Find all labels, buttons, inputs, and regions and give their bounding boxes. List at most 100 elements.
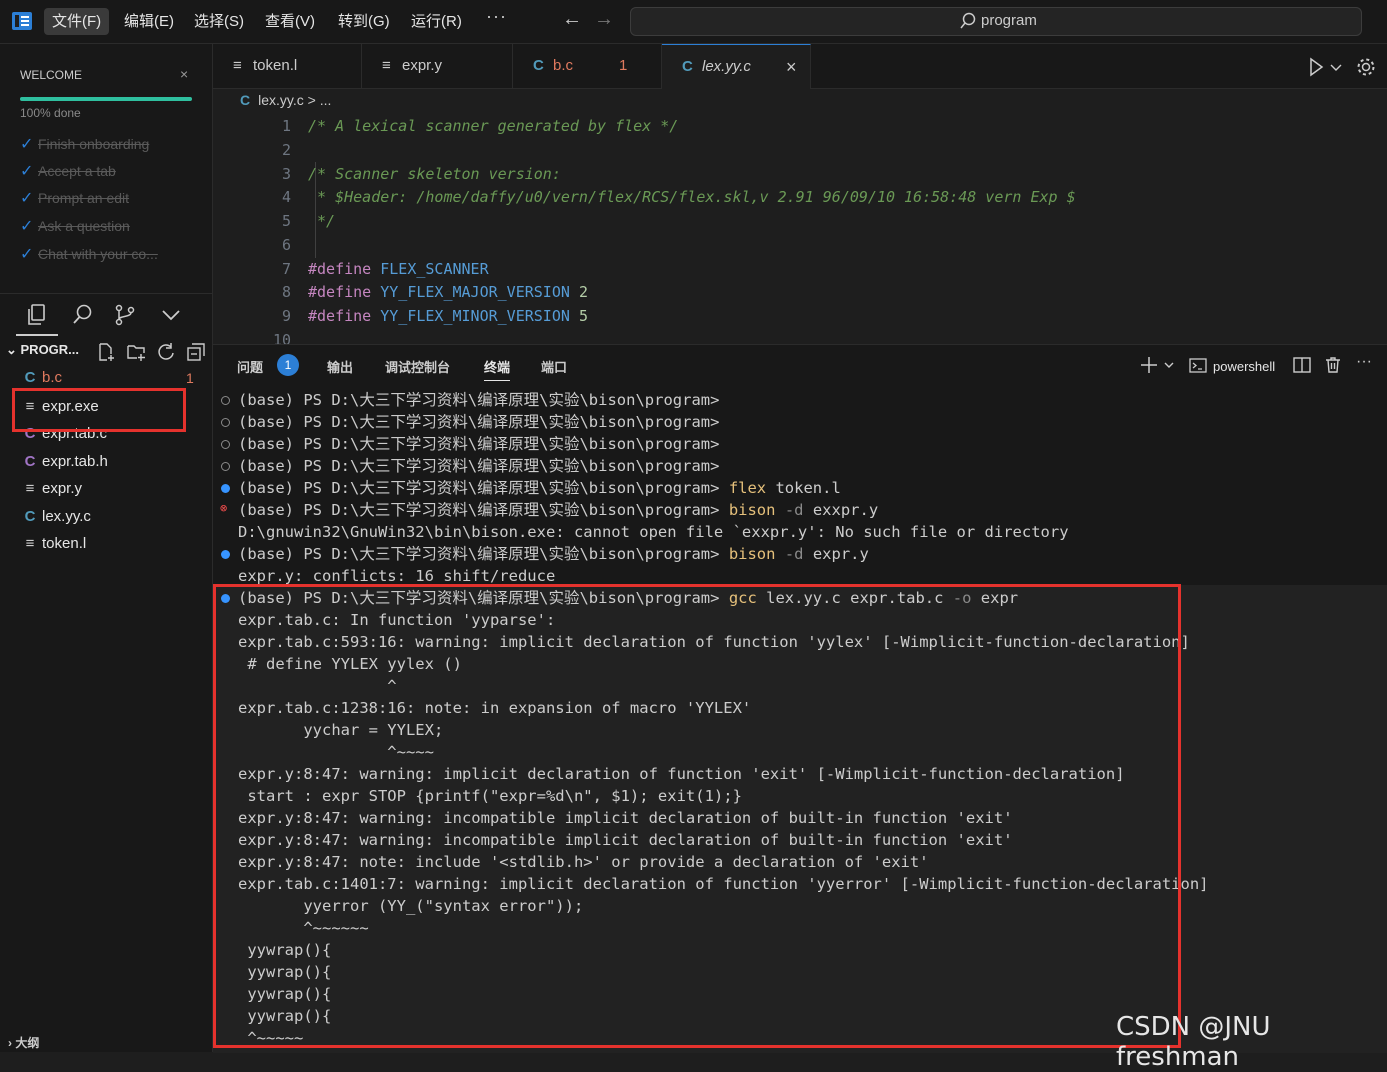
problem-count-badge: 1	[277, 354, 299, 376]
collapse-all-icon[interactable]	[186, 342, 206, 362]
folder-name: PROGR...	[20, 342, 80, 357]
terminal-line: (base) PS D:\大三下学习资料\编译原理\实验\bison\progr…	[238, 433, 719, 455]
problem-count-badge: 1	[186, 370, 194, 386]
new-file-icon[interactable]	[96, 342, 116, 362]
shell-selector[interactable]: powershell	[1213, 359, 1275, 374]
macro-value: 2	[578, 283, 588, 301]
back-arrow-icon[interactable]: ←	[562, 8, 582, 31]
tab-terminal[interactable]: 终端	[484, 357, 511, 381]
progress-text: 100% done	[20, 106, 81, 120]
search-text: program	[981, 12, 1037, 29]
tab-b-c[interactable]: C b.c 1	[513, 44, 662, 88]
menu-goto[interactable]: 转到(G)	[330, 8, 398, 35]
tab-label: expr.y	[402, 57, 443, 74]
split-terminal-icon[interactable]	[1292, 355, 1312, 375]
tab-ports[interactable]: 端口	[541, 357, 567, 376]
task-label: Chat with your co...	[38, 246, 158, 262]
add-terminal-icon[interactable]	[1139, 355, 1159, 375]
lines-file-icon: ≡	[233, 57, 242, 74]
c-file-icon: C	[24, 508, 36, 525]
task-label: Finish onboarding	[38, 136, 150, 152]
annotation-box	[12, 388, 186, 432]
chevron-down-icon[interactable]	[158, 302, 184, 328]
active-view-indicator	[16, 334, 58, 336]
new-folder-icon[interactable]	[126, 342, 146, 362]
terminal-line: D:\gnuwin32\GnuWin32\bin\bison.exe: cann…	[238, 521, 1069, 543]
prompt: (base) PS D:\大三下学习资料\编译原理\实验\bison\progr…	[238, 435, 720, 453]
menu-select[interactable]: 选择(S)	[186, 8, 252, 35]
onboarding-task[interactable]: ✓ Ask a question	[20, 216, 190, 238]
line-number: 3	[281, 165, 291, 183]
define-keyword: #define	[308, 283, 372, 301]
onboarding-task[interactable]: ✓ Accept a tab	[20, 161, 190, 183]
problem-count-badge: 1	[619, 57, 628, 74]
trash-icon[interactable]	[1323, 355, 1343, 375]
run-icon[interactable]	[1305, 56, 1327, 78]
onboarding-task[interactable]: ✓ Chat with your co...	[20, 244, 190, 266]
tab-problems[interactable]: 问题	[237, 357, 263, 376]
tab-output[interactable]: 输出	[327, 357, 353, 376]
menu-edit[interactable]: 编辑(E)	[116, 8, 182, 35]
lines-file-icon: ≡	[25, 480, 35, 497]
refresh-icon[interactable]	[156, 342, 176, 362]
line-number: 7	[281, 260, 291, 278]
gear-icon[interactable]	[1355, 56, 1377, 78]
title-bar: 文件(F) 编辑(E) 选择(S) 查看(V) 转到(G) 运行(R) ··· …	[0, 0, 1387, 44]
menu-view[interactable]: 查看(V)	[257, 8, 323, 35]
close-icon[interactable]: ×	[180, 66, 188, 82]
outline-label: 大纲	[15, 1036, 40, 1050]
file-name: expr.tab.h	[42, 453, 108, 470]
chevron-down-icon[interactable]	[1163, 355, 1175, 375]
close-icon[interactable]: ×	[786, 45, 797, 89]
line-number: 6	[281, 236, 291, 254]
welcome-title: WELCOME	[20, 68, 83, 82]
command-success-icon	[221, 550, 230, 559]
tab-token-l[interactable]: ≡ token.l	[213, 44, 362, 88]
menu-file[interactable]: 文件(F)	[44, 8, 110, 35]
outline-section-header[interactable]: › 大纲	[8, 1034, 39, 1051]
file-item[interactable]: ≡ token.l	[0, 531, 212, 557]
prompt: (base) PS D:\大三下学习资料\编译原理\实验\bison\progr…	[238, 413, 720, 431]
explorer-folder-header[interactable]: ⌄ PROGR...	[6, 342, 79, 358]
tab-expr-y[interactable]: ≡ expr.y	[362, 44, 513, 88]
search-icon	[960, 12, 976, 29]
code-editor[interactable]: 1 /* A lexical scanner generated by flex …	[213, 114, 1387, 344]
command-args: token.l	[766, 479, 841, 497]
line-number: 4	[281, 188, 291, 206]
app-logo-icon[interactable]	[10, 9, 34, 33]
file-name: expr.y	[42, 480, 83, 497]
command-status-icon	[221, 462, 230, 471]
breadcrumb[interactable]: Clex.yy.c > ...	[240, 92, 331, 108]
command-flag: -d	[784, 545, 804, 563]
c-file-icon: C	[682, 58, 693, 75]
task-label: Accept a tab	[38, 163, 116, 179]
forward-arrow-icon[interactable]: →	[594, 8, 614, 31]
file-item[interactable]: C expr.tab.h	[0, 449, 212, 475]
search-icon[interactable]	[70, 302, 96, 328]
command-flag: -d	[784, 501, 804, 519]
c-file-icon: C	[533, 57, 544, 74]
line-number: 8	[281, 283, 291, 301]
prompt: (base) PS D:\大三下学习资料\编译原理\实验\bison\progr…	[238, 457, 720, 475]
file-name: token.l	[42, 535, 87, 552]
tab-debug-console[interactable]: 调试控制台	[385, 357, 450, 376]
file-item[interactable]: C lex.yy.c	[0, 504, 212, 530]
file-item[interactable]: ≡ expr.y	[0, 476, 212, 502]
menu-run[interactable]: 运行(R)	[403, 8, 470, 35]
source-control-icon[interactable]	[112, 302, 138, 328]
files-icon[interactable]	[24, 302, 50, 328]
code-text: */	[308, 212, 336, 230]
command-search-box[interactable]: program	[630, 7, 1362, 36]
terminal-line: (base) PS D:\大三下学习资料\编译原理\实验\bison\progr…	[238, 411, 719, 433]
more-actions-icon[interactable]: ···	[1356, 353, 1372, 371]
onboarding-task[interactable]: ✓ Prompt an edit	[20, 188, 190, 210]
line-number: 2	[281, 141, 291, 159]
terminal-line: (base) PS D:\大三下学习资料\编译原理\实验\bison\progr…	[238, 499, 878, 521]
terminal-line: (base) PS D:\大三下学习资料\编译原理\实验\bison\progr…	[238, 455, 719, 477]
command-status-icon	[221, 418, 230, 427]
tab-lex-yy-c[interactable]: C lex.yy.c ×	[662, 44, 811, 89]
c-file-icon: C	[240, 92, 251, 108]
onboarding-task[interactable]: ✓ Finish onboarding	[20, 134, 190, 156]
chevron-down-icon[interactable]	[1329, 56, 1343, 78]
more-menu-icon[interactable]: ···	[486, 6, 507, 27]
